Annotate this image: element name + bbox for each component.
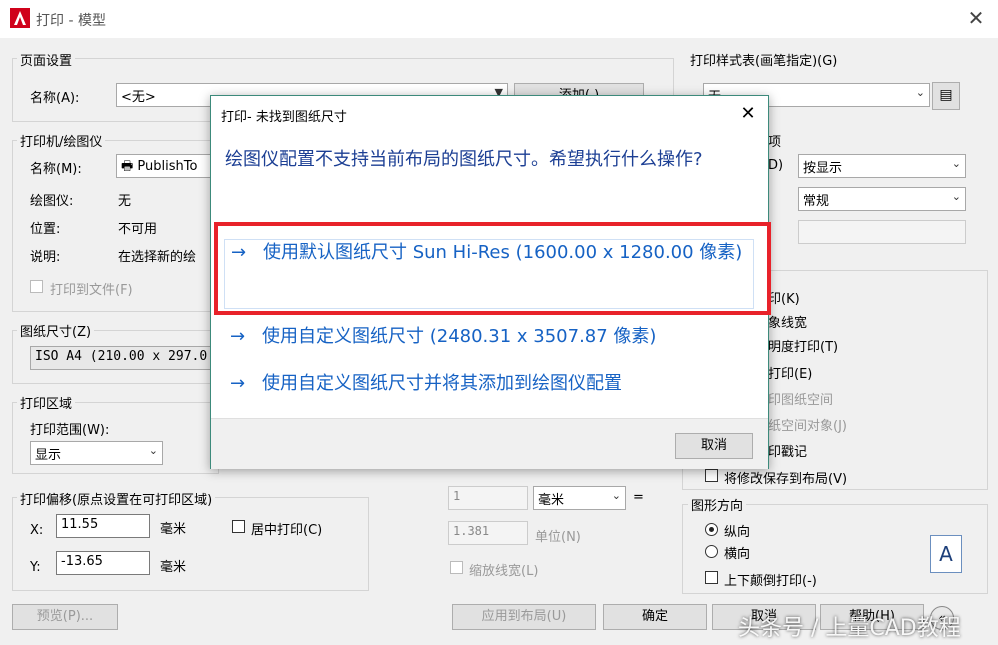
- plot-offset-label: 打印偏移(原点设置在可打印区域): [17, 489, 216, 508]
- dialog-close-button[interactable]: ✕: [736, 102, 760, 126]
- offset-x-label: X:: [30, 523, 44, 538]
- landscape-label: 横向: [724, 547, 751, 562]
- plot-option-item[interactable]: 印图纸空间: [768, 389, 833, 408]
- window-title: 打印 - 模型: [36, 13, 106, 29]
- arrow-right-icon: →: [230, 326, 246, 347]
- dialog-cancel-button[interactable]: 取消: [675, 433, 753, 459]
- dpi-input[interactable]: [798, 220, 966, 244]
- page-setup-name-value: <无>: [121, 90, 156, 105]
- quality-select[interactable]: 常规 ⌄: [798, 187, 966, 211]
- arrow-right-icon: →: [230, 373, 246, 394]
- save-changes-checkbox[interactable]: [705, 469, 718, 482]
- offset-x-input[interactable]: 11.55: [56, 514, 150, 538]
- plot-option-item[interactable]: 明度打印(T): [768, 336, 838, 355]
- landscape-radio[interactable]: [705, 545, 718, 558]
- printer-group-label: 打印机/绘图仪: [17, 131, 106, 150]
- scale-value2-input[interactable]: 1.381: [448, 521, 528, 545]
- offset-x-unit: 毫米: [160, 522, 187, 537]
- portrait-label: 纵向: [724, 525, 751, 540]
- offset-y-label: Y:: [30, 560, 41, 575]
- scale-lineweights-label: 缩放线宽(L): [469, 564, 539, 579]
- plot-option-item[interactable]: 印(K): [768, 288, 800, 307]
- chevron-down-icon: ⌄: [951, 190, 961, 203]
- paper-size-select[interactable]: ISO A4 (210.00 x 297.0: [30, 346, 230, 370]
- scale-equals: =: [633, 490, 644, 505]
- page-setup-name-label: 名称(A):: [30, 91, 80, 106]
- window-close-button[interactable]: ✕: [964, 6, 988, 30]
- printer-icon: 🖶: [121, 159, 138, 174]
- dialog-title: 打印- 未找到图纸尺寸: [221, 110, 347, 125]
- description-value: 在选择新的绘: [118, 250, 197, 265]
- portrait-paper-icon: A: [930, 535, 962, 573]
- center-plot-checkbox[interactable]: [232, 520, 245, 533]
- dialog-instruction: 绘图仪配置不支持当前布局的图纸尺寸。希望执行什么操作?: [225, 149, 703, 170]
- shaded-viewport-label-fragment: 项: [768, 135, 782, 150]
- plot-option-item[interactable]: 象线宽: [768, 312, 807, 331]
- plot-range-label: 打印范围(W):: [30, 423, 110, 438]
- shade-plot-select[interactable]: 按显示 ⌄: [798, 154, 966, 178]
- plot-offset-group: [12, 497, 369, 591]
- preview-button[interactable]: 预览(P)...: [12, 604, 118, 630]
- location-label: 位置:: [30, 222, 61, 237]
- chevron-down-icon: ⌄: [915, 86, 925, 99]
- edit-plot-style-button[interactable]: ▤: [932, 82, 960, 110]
- plot-option-item[interactable]: 纸空间对象(J): [768, 415, 847, 434]
- portrait-radio[interactable]: [705, 523, 718, 536]
- window-titlebar: 打印 - 模型 ✕: [0, 0, 998, 38]
- printer-edit-icon: ▤: [939, 87, 953, 103]
- use-custom-paper-size-link[interactable]: → 使用自定义图纸尺寸 (2480.31 x 3507.87 像素): [224, 324, 754, 354]
- chevron-down-icon: ⌄: [951, 157, 961, 170]
- command-link-label: 使用自定义图纸尺寸并将其添加到绘图仪配置: [262, 373, 622, 394]
- chevron-down-icon: ⌄: [148, 444, 158, 457]
- plotter-label: 绘图仪:: [30, 194, 74, 209]
- scale-unit-value: 毫米: [538, 493, 565, 508]
- chevron-down-icon: ⌄: [611, 489, 621, 502]
- plot-range-value: 显示: [35, 448, 62, 463]
- shade-plot-label-fragment: D): [768, 158, 784, 173]
- plot-style-label: 打印样式表(画笔指定)(G): [690, 54, 838, 69]
- scale-value1-input[interactable]: 1: [448, 486, 528, 510]
- command-link-label: 使用自定义图纸尺寸 (2480.31 x 3507.87 像素): [262, 326, 657, 347]
- print-to-file-label: 打印到文件(F): [50, 283, 133, 298]
- center-plot-label: 居中打印(C): [251, 523, 323, 538]
- location-value: 不可用: [118, 222, 158, 237]
- plotter-value: 无: [118, 194, 132, 209]
- page-setup-label: 页面设置: [17, 50, 76, 69]
- offset-y-unit: 毫米: [160, 560, 187, 575]
- orientation-label: 图形方向: [688, 495, 747, 514]
- paper-size-label: 图纸尺寸(Z): [17, 321, 95, 340]
- printer-name-label: 名称(M):: [30, 162, 82, 177]
- upside-down-label: 上下颠倒打印(-): [724, 574, 817, 589]
- apply-to-layout-button[interactable]: 应用到布局(U): [452, 604, 596, 630]
- save-changes-label: 将修改保存到布局(V): [724, 472, 848, 487]
- scale-unit-select[interactable]: 毫米 ⌄: [533, 486, 626, 510]
- upside-down-checkbox[interactable]: [705, 571, 718, 584]
- plot-area-label: 打印区域: [17, 393, 76, 412]
- plot-range-select[interactable]: 显示 ⌄: [30, 441, 163, 465]
- annotation-highlight-box: [214, 222, 771, 315]
- description-label: 说明:: [30, 250, 61, 265]
- plot-option-item[interactable]: 印戳记: [768, 441, 807, 460]
- watermark-text: 头条号 / 上量CAD教程: [738, 616, 961, 641]
- scale-unit-label: 单位(N): [535, 530, 581, 545]
- offset-y-input[interactable]: -13.65: [56, 551, 150, 575]
- quality-value: 常规: [803, 194, 830, 209]
- scale-lineweights-checkbox[interactable]: [450, 561, 463, 574]
- print-to-file-checkbox[interactable]: [30, 280, 43, 293]
- plot-option-item[interactable]: 打印(E): [768, 363, 812, 382]
- shade-plot-value: 按显示: [803, 161, 843, 176]
- ok-button[interactable]: 确定: [603, 604, 707, 630]
- paper-size-value: ISO A4 (210.00 x 297.0: [35, 349, 208, 364]
- use-custom-and-add-to-config-link[interactable]: → 使用自定义图纸尺寸并将其添加到绘图仪配置: [224, 371, 754, 401]
- printer-name-value: PublishTo: [137, 159, 198, 174]
- autocad-logo-icon: [10, 8, 30, 28]
